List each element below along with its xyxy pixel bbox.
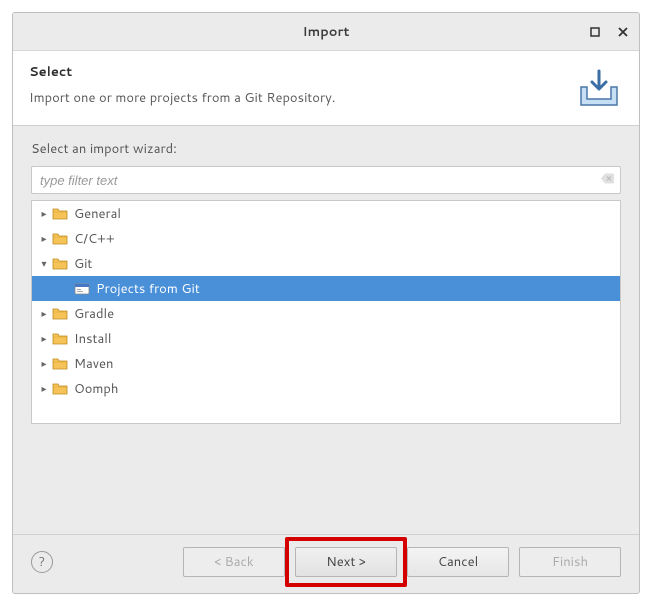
chevron-right-icon[interactable]: ▸ <box>38 357 50 371</box>
tree-item-label: C/C++ <box>74 230 115 248</box>
banner-description: Import one or more projects from a Git R… <box>29 89 565 107</box>
folder-icon <box>52 332 68 346</box>
window-controls <box>587 13 631 50</box>
tree-item-label: Projects from Git <box>96 280 200 298</box>
tree-folder[interactable]: ▾ Git <box>32 251 620 276</box>
tree-item-label: Git <box>74 255 92 273</box>
button-bar: ? < Back Next > Cancel Finish <box>13 534 639 593</box>
import-icon <box>575 67 623 109</box>
close-icon[interactable] <box>615 24 631 40</box>
banner-title: Select <box>29 63 565 81</box>
help-button[interactable]: ? <box>31 551 53 573</box>
titlebar: Import <box>13 13 639 51</box>
window-title: Import <box>13 23 639 41</box>
chevron-right-icon[interactable]: ▸ <box>38 332 50 346</box>
tree-item-label: Gradle <box>74 305 114 323</box>
tree-folder[interactable]: ▸ Install <box>32 326 620 351</box>
wizard-banner: Select Import one or more projects from … <box>13 51 639 126</box>
cancel-button[interactable]: Cancel <box>407 547 509 577</box>
wizard-tree[interactable]: ▸ General ▸ C/C++ ▾ GitProjects from Git ▸ Grad… <box>31 200 621 424</box>
chevron-right-icon[interactable]: ▸ <box>38 382 50 396</box>
chevron-right-icon[interactable]: ▸ <box>38 232 50 246</box>
tree-item-label: General <box>74 205 121 223</box>
chevron-right-icon[interactable]: ▸ <box>38 307 50 321</box>
tree-leaf[interactable]: Projects from Git <box>32 276 620 301</box>
wizard-item-icon <box>74 282 90 296</box>
tree-item-label: Install <box>74 330 111 348</box>
chevron-right-icon[interactable]: ▸ <box>38 207 50 221</box>
next-button[interactable]: Next > <box>295 547 397 577</box>
tree-item-label: Maven <box>74 355 114 373</box>
clear-filter-icon[interactable] <box>601 172 615 189</box>
tree-folder[interactable]: ▸ Oomph <box>32 376 620 401</box>
tree-folder[interactable]: ▸ General <box>32 201 620 226</box>
folder-icon <box>52 257 68 271</box>
tree-folder[interactable]: ▸ C/C++ <box>32 226 620 251</box>
tree-item-label: Oomph <box>74 380 118 398</box>
tree-folder[interactable]: ▸ Gradle <box>32 301 620 326</box>
wizard-body: Select an import wizard: ▸ General ▸ C/C++ ▾… <box>13 126 639 534</box>
folder-icon <box>52 307 68 321</box>
maximize-icon[interactable] <box>587 24 603 40</box>
finish-button: Finish <box>519 547 621 577</box>
folder-icon <box>52 207 68 221</box>
chevron-down-icon[interactable]: ▾ <box>38 257 50 271</box>
folder-icon <box>52 232 68 246</box>
filter-label: Select an import wizard: <box>31 140 621 158</box>
import-dialog: Import Select Import one or more project… <box>12 12 640 594</box>
tree-folder[interactable]: ▸ Maven <box>32 351 620 376</box>
back-button: < Back <box>183 547 285 577</box>
filter-input[interactable] <box>31 166 621 194</box>
folder-icon <box>52 382 68 396</box>
folder-icon <box>52 357 68 371</box>
